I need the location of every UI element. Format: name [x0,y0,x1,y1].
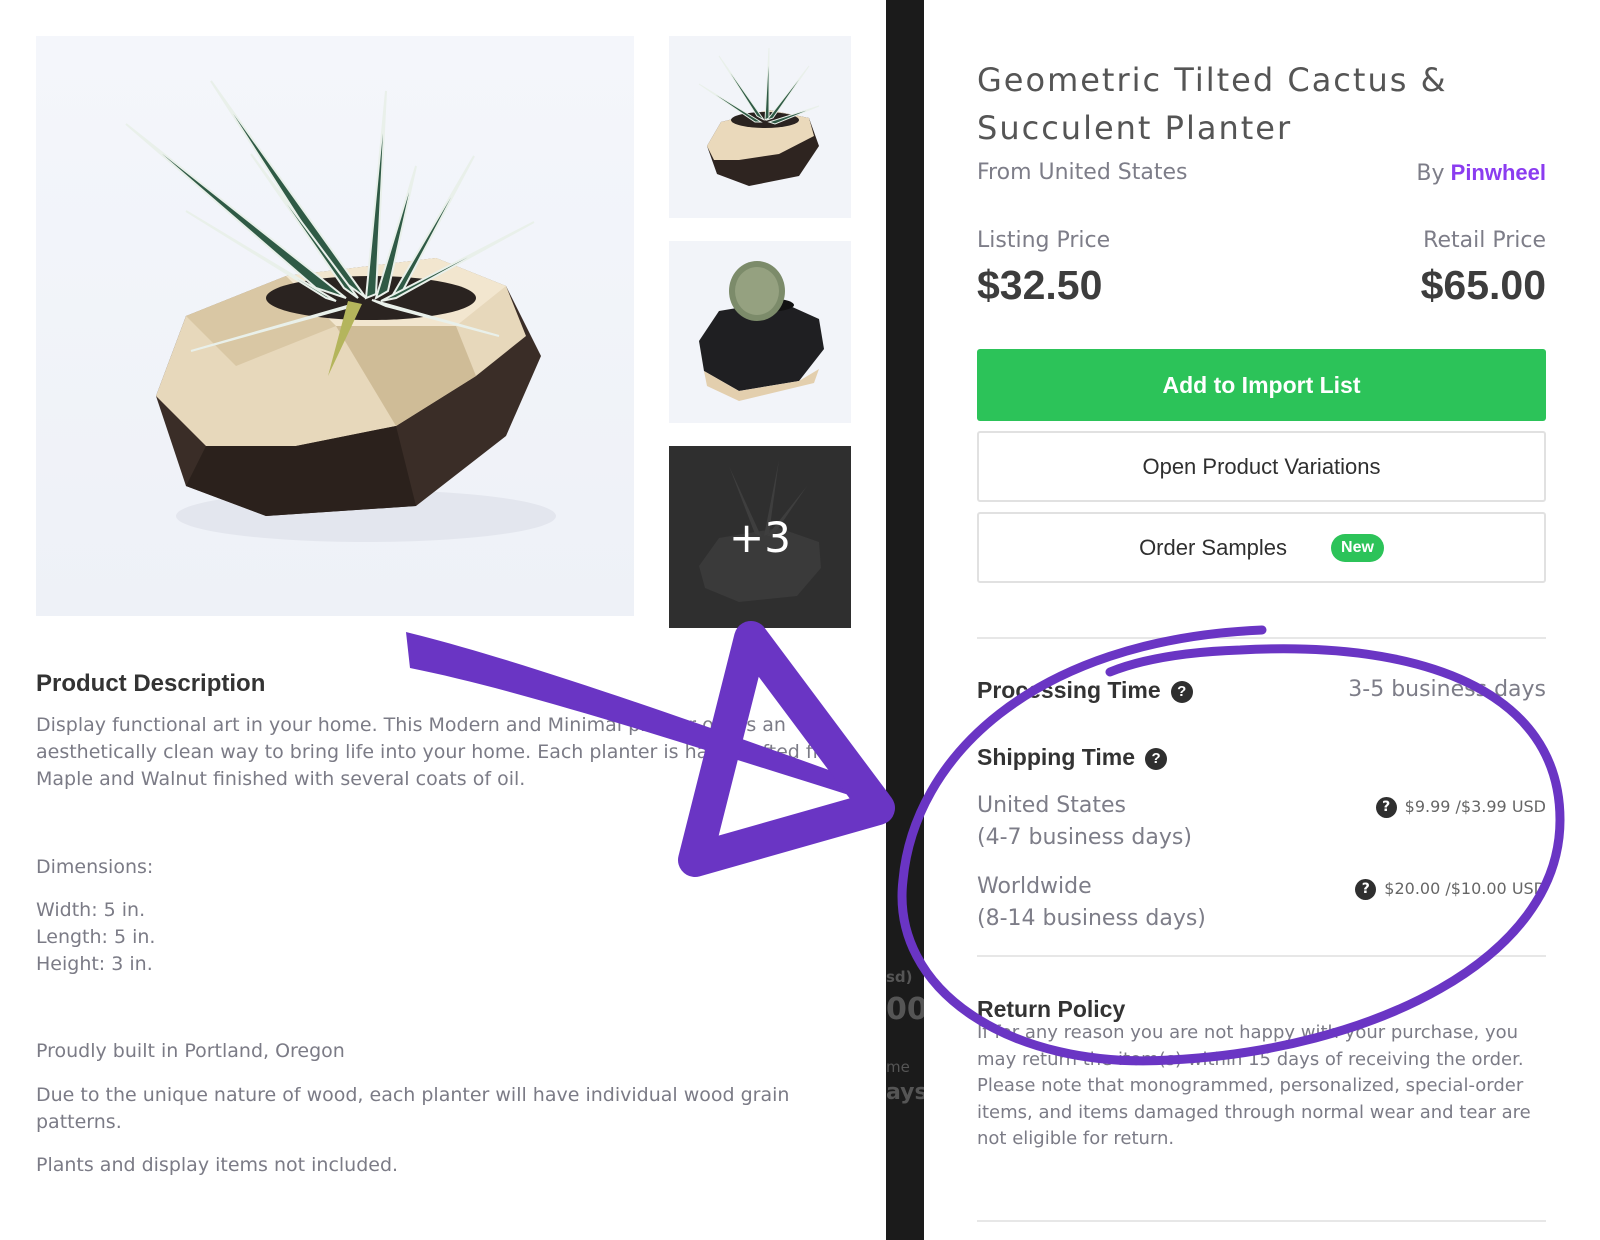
shipping-cost-worldwide: ? $20.00 /$10.00 USD [1355,879,1546,900]
open-product-variations-button[interactable]: Open Product Variations [977,431,1546,502]
return-policy-label: Return Policy [977,996,1126,1022]
processing-time-label: Processing Time? [977,677,1193,704]
shipping-region-worldwide: Worldwide (8-14 business days) [977,871,1206,935]
thumbnail-1[interactable] [669,36,851,218]
background-fragment: ays [886,1080,924,1105]
planter-illustration [125,80,556,542]
more-images-count: +3 [729,512,791,562]
product-origin: From United States [977,160,1188,185]
shipping-cost-value: $9.99 /$3.99 USD [1404,797,1546,816]
retail-price: $65.00 [1420,262,1546,308]
seller-link[interactable]: Pinwheel [1451,160,1546,185]
divider [977,955,1546,957]
seller-info: By Pinwheel [1416,160,1546,186]
product-title: Geometric Tilted Cactus & Succulent Plan… [977,61,1448,147]
shipping-cost-us: ? $9.99 /$3.99 USD [1375,797,1546,818]
dimension-height: Height: 3 in. [36,953,153,975]
background-fragment: 00 [886,992,924,1027]
dimensions-block: Dimensions: Width: 5 in. Length: 5 in. H… [36,854,856,978]
shipping-region-name: Worldwide [977,874,1092,899]
listing-price: $32.50 [977,262,1103,308]
add-to-import-list-label: Add to Import List [1162,371,1361,398]
listing-price-label: Listing Price [977,228,1111,253]
add-to-import-list-button[interactable]: Add to Import List [977,349,1546,421]
help-icon[interactable]: ? [1375,797,1397,818]
divider [977,637,1546,639]
shipping-time-text: Shipping Time [977,744,1136,770]
dimensions-label: Dimensions: [36,856,154,878]
new-badge: New [1331,533,1384,562]
thumbnail-image [699,261,824,401]
product-description-intro: Display functional art in your home. Thi… [36,714,851,790]
shipping-region-us: United States (4-7 business days) [977,790,1192,854]
thumbnail-more[interactable]: +3 [669,446,851,628]
dimension-length: Length: 5 in. [36,926,156,948]
order-samples-button[interactable]: Order Samples New [977,512,1546,583]
background-fragment: me [886,1058,910,1076]
shipping-region-days: (8-14 business days) [977,906,1206,931]
dimension-width: Width: 5 in. [36,899,146,921]
processing-time-value: 3-5 business days [1348,677,1546,702]
plants-not-included-note: Plants and display items not included. [36,1154,399,1176]
thumbnail-image [698,47,820,186]
product-description-title: Product Description [36,670,266,697]
open-product-variations-label: Open Product Variations [1142,453,1381,479]
origin-note: Proudly built in Portland, Oregon [36,1040,345,1062]
product-details-panel: Geometric Tilted Cactus & Succulent Plan… [924,0,1600,1240]
processing-time-text: Processing Time [977,677,1161,703]
product-gallery-panel: +3 Product Description Display functiona… [0,0,886,1240]
shipping-cost-value: $20.00 /$10.00 USD [1384,879,1546,898]
return-policy-text: If for any reason you are not happy with… [977,1022,1531,1149]
retail-price-label: Retail Price [1423,228,1546,253]
wood-grain-note: Due to the unique nature of wood, each p… [36,1084,790,1133]
thumbnail-2[interactable] [669,241,851,423]
help-icon[interactable]: ? [1145,747,1168,770]
order-samples-label: Order Samples [1139,534,1288,560]
shipping-region-name: United States [977,793,1126,818]
shipping-time-label: Shipping Time? [977,744,1168,771]
divider [977,1220,1546,1222]
main-product-image[interactable] [36,36,634,616]
help-icon[interactable]: ? [1355,879,1377,900]
background-fragment: sd) [886,968,913,986]
help-icon[interactable]: ? [1170,680,1193,703]
seller-prefix: By [1416,161,1445,186]
shipping-region-days: (4-7 business days) [977,825,1192,850]
